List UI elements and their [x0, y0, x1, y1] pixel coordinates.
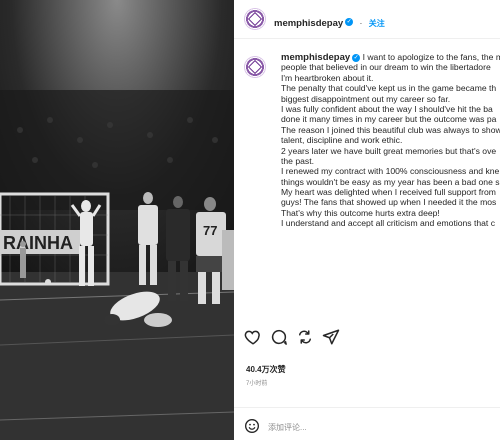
caption-line: That's why this outcome hurts extra deep… [281, 207, 440, 218]
caption-line: 2 years later we have built great memori… [281, 145, 497, 156]
share-icon[interactable] [296, 328, 314, 346]
comment-bar: 添加评论... [234, 407, 500, 441]
emoji-icon[interactable] [244, 418, 260, 439]
jersey-number: 77 [203, 223, 217, 238]
caption-line: I renewed my contract with 100% consciou… [281, 166, 500, 177]
caption-line: The reason I joined this beautiful club … [281, 124, 500, 135]
banner-text: RAINHA [3, 233, 73, 253]
caption-line: things wouldn't be easy as my year has b… [281, 176, 500, 187]
caption-line: I understand and accept all criticism an… [281, 218, 496, 229]
comment-input[interactable]: 添加评论... [268, 422, 307, 433]
comment-icon[interactable] [270, 328, 288, 346]
avatar[interactable] [244, 8, 266, 30]
verified-badge-icon: ✓ [352, 53, 361, 62]
caption-line: My heart was delighted when I received f… [281, 187, 496, 198]
caption-text: I want to apologize to the fans, the m [362, 52, 500, 62]
follow-button[interactable]: 关注 [369, 19, 385, 28]
post-panel: memphisdepay ✓ · 关注 memphisdepay ✓ I want … [234, 0, 500, 440]
post-photo[interactable]: RAINHA 77 [0, 0, 234, 440]
username[interactable]: memphisdepay [274, 18, 343, 29]
caption-line: people that believed in our dream to win… [281, 62, 491, 73]
caption-line: The penalty that could've kept us in the… [281, 83, 497, 94]
action-bar [244, 328, 494, 348]
header-user: memphisdepay ✓ · 关注 [274, 13, 385, 31]
caption-line: I was fully confident about the way I sh… [281, 103, 493, 114]
post-time[interactable]: 7小时前 [246, 378, 267, 387]
caption: memphisdepay ✓ I want to apologize to the… [281, 52, 500, 342]
caption-username[interactable]: memphisdepay [281, 52, 350, 63]
send-icon[interactable] [322, 328, 340, 346]
caption-line: the past. [281, 155, 314, 166]
caption-line: done it many times in my career but the … [281, 114, 497, 125]
caption-avatar[interactable] [244, 56, 266, 78]
header-separator: · [359, 19, 363, 28]
verified-badge-icon: ✓ [345, 17, 354, 26]
heart-icon[interactable] [244, 328, 262, 346]
caption-line: biggest disappointment out my career so … [281, 93, 451, 104]
caption-line: guys! The fans that showed up when I nee… [281, 197, 497, 208]
post-header: memphisdepay ✓ · 关注 [234, 0, 500, 39]
caption-line: talent, discipline and work ethic. [281, 135, 403, 146]
caption-line: memphisdepay ✓ I want to apologize to the… [281, 52, 500, 63]
caption-line: I'm heartbroken about it. [281, 72, 374, 83]
likes-count[interactable]: 40.4万次赞 [246, 364, 286, 375]
